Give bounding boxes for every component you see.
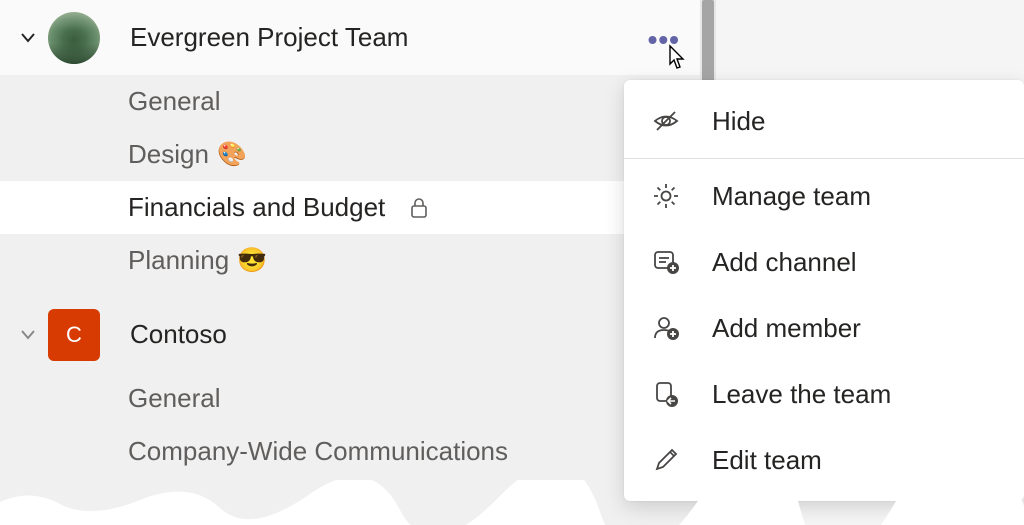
menu-label: Add channel (712, 247, 857, 278)
channel-list: General Company-Wide Communications (0, 372, 720, 478)
palette-emoji: 🎨 (217, 140, 247, 169)
channel-label: Design (128, 139, 209, 170)
channel-label: Financials and Budget (128, 192, 385, 223)
menu-item-leave-team[interactable]: Leave the team (624, 361, 1024, 427)
teams-sidebar: Evergreen Project Team ••• General Desig… (0, 0, 720, 525)
avatar-letter: C (66, 322, 82, 348)
chevron-down-icon[interactable] (18, 33, 38, 43)
channel-label: Planning (128, 245, 229, 276)
team-name: Evergreen Project Team (130, 22, 408, 53)
menu-item-hide[interactable]: Hide (624, 88, 1024, 154)
add-channel-icon (650, 246, 682, 278)
channel-item[interactable]: Financials and Budget (0, 181, 720, 234)
menu-label: Hide (712, 106, 765, 137)
menu-item-add-member[interactable]: Add member (624, 295, 1024, 361)
channel-item[interactable]: Design 🎨 (0, 128, 720, 181)
team-row-contoso[interactable]: C Contoso (0, 297, 720, 372)
team-avatar (48, 12, 100, 64)
channel-label: General (128, 86, 221, 117)
chevron-down-icon[interactable] (18, 330, 38, 340)
channel-list: General Design 🎨 Financials and Budget Pl… (0, 75, 720, 287)
channel-item[interactable]: General (0, 75, 720, 128)
channel-label: Company-Wide Communications (128, 436, 508, 467)
team-name: Contoso (130, 319, 227, 350)
menu-item-add-channel[interactable]: Add channel (624, 229, 1024, 295)
hide-icon (650, 105, 682, 137)
channel-item[interactable]: Planning 😎 (0, 234, 720, 287)
menu-separator (624, 158, 1024, 159)
more-options-button[interactable]: ••• (648, 24, 680, 56)
menu-label: Leave the team (712, 379, 891, 410)
gear-icon (650, 180, 682, 212)
leave-icon (650, 378, 682, 410)
lock-icon (409, 196, 429, 220)
channel-item[interactable]: Company-Wide Communications (0, 425, 720, 478)
menu-label: Manage team (712, 181, 871, 212)
menu-item-edit-team[interactable]: Edit team (624, 427, 1024, 493)
pencil-icon (650, 444, 682, 476)
menu-label: Edit team (712, 445, 822, 476)
team-avatar: C (48, 309, 100, 361)
sunglasses-emoji: 😎 (237, 246, 267, 275)
channel-item[interactable]: General (0, 372, 720, 425)
channel-label: General (128, 383, 221, 414)
team-context-menu: Hide Manage team Add channel Add member … (624, 80, 1024, 501)
menu-item-manage-team[interactable]: Manage team (624, 163, 1024, 229)
menu-label: Add member (712, 313, 861, 344)
team-row-evergreen[interactable]: Evergreen Project Team ••• (0, 0, 720, 75)
add-member-icon (650, 312, 682, 344)
